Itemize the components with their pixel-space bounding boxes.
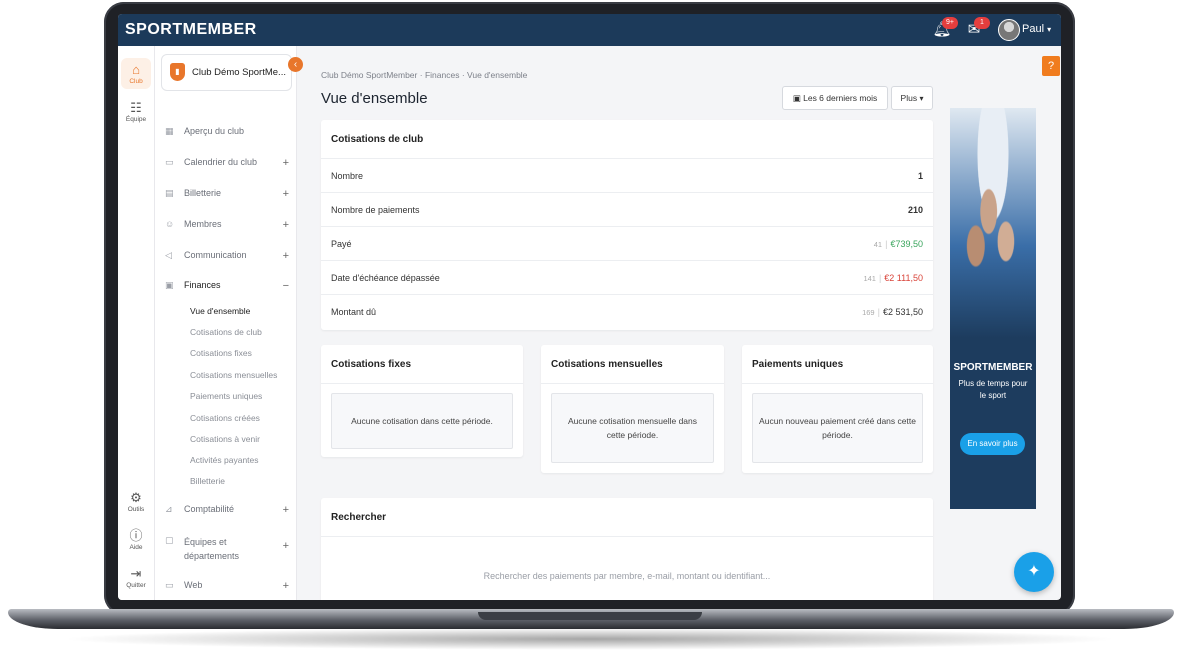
table-row: Nombre 1 — [321, 158, 933, 193]
sidebar: ▮ Club Démo SportMe... ‹ ▦ Aperçu du club… — [155, 46, 303, 600]
fixed-fees-card: Cotisations fixes Aucune cotisation dans… — [321, 345, 523, 457]
help-circle-icon: ⓘ — [129, 528, 143, 543]
page-title: Vue d'ensemble — [321, 90, 428, 107]
avatar[interactable] — [998, 19, 1020, 41]
breadcrumb-item[interactable]: Finances — [425, 70, 460, 80]
sparkle-icon[interactable]: ✦ — [1014, 552, 1054, 592]
breadcrumb-item[interactable]: Club Démo SportMember — [321, 70, 417, 80]
expand-icon[interactable]: + — [283, 504, 289, 516]
rail-item-team[interactable]: ☷ Équipe — [121, 100, 151, 123]
club-name: Club Démo SportMe... — [192, 67, 286, 78]
app-screen: SPORTMEMBER 🔔︎ 9+ ✉︎ 1 Paul ▾ ⌂ Club ☷ É… — [118, 14, 1061, 600]
rail-item-club[interactable]: ⌂ Club — [121, 58, 151, 89]
sidebar-subitem[interactable]: Vue d'ensemble — [190, 306, 250, 316]
sidebar-item-web[interactable]: ▭ Web + — [165, 580, 289, 592]
ad-banner[interactable]: SPORTMEMBER Plus de temps pour le sport … — [950, 108, 1036, 509]
club-fees-card: Cotisations de club Nombre 1 Nombre de p… — [321, 120, 933, 330]
message-badge: 1 — [974, 17, 990, 29]
empty-state: Aucune cotisation mensuelle dans cette p… — [551, 393, 714, 463]
table-row: Montant dû 169 | €2 531,50 — [321, 294, 933, 329]
calendar-icon: ▭ — [165, 157, 174, 167]
bell-icon[interactable]: 🔔︎ 9+ — [932, 17, 958, 40]
card-title: Rechercher — [331, 512, 387, 523]
team-icon: ☷ — [130, 100, 142, 115]
user-name: Paul — [1022, 23, 1045, 35]
search-card: Rechercher Rechercher des paiements par … — [321, 498, 933, 600]
chart-icon: ⊿ — [165, 504, 173, 514]
breadcrumb: Club Démo SportMember · Finances · Vue d… — [321, 70, 528, 80]
rail-item-help[interactable]: ⓘ Aide — [121, 528, 151, 551]
help-button[interactable]: ? — [1042, 56, 1060, 76]
club-selector[interactable]: ▮ Club Démo SportMe... — [161, 54, 292, 91]
collapse-sidebar-button[interactable]: ‹ — [288, 57, 303, 72]
table-row: Date d'échéance dépassée 141 | €2 111,50 — [321, 260, 933, 295]
sidebar-item-communication[interactable]: ◁ Communication + — [165, 250, 289, 262]
wallet-icon: ▣ — [165, 280, 174, 290]
club-icon: ⌂ — [132, 62, 140, 77]
ad-photo — [950, 108, 1036, 338]
mail-icon[interactable]: ✉︎ 1 — [964, 17, 990, 40]
monitor-icon: ▭ — [165, 580, 174, 590]
logout-icon: ⇥ — [130, 566, 142, 581]
ad-tagline: Plus de temps pour le sport — [958, 379, 1028, 400]
top-bar: SPORTMEMBER 🔔︎ 9+ ✉︎ 1 Paul ▾ — [118, 14, 1061, 46]
sidebar-item-ticketing[interactable]: ▤ Billetterie + — [165, 188, 289, 200]
megaphone-icon: ◁ — [165, 250, 172, 260]
sidebar-subitem[interactable]: Billetterie — [190, 476, 225, 486]
sidebar-item-teams[interactable]: ▢ Équipes et départements + — [165, 535, 289, 563]
rail-item-tools[interactable]: ⚙ Outils — [121, 490, 151, 513]
chevron-down-icon: ▾ — [919, 94, 924, 103]
expand-icon[interactable]: + — [283, 580, 289, 592]
monthly-fees-card: Cotisations mensuelles Aucune cotisation… — [541, 345, 724, 473]
expand-icon[interactable]: + — [283, 219, 289, 231]
brand-logo[interactable]: SPORTMEMBER — [125, 21, 257, 39]
expand-icon[interactable]: + — [283, 250, 289, 262]
sidebar-item-finances[interactable]: ▣ Finances − — [165, 280, 289, 292]
ad-logo: SPORTMEMBER — [953, 362, 1033, 373]
sidebar-item-members[interactable]: ☺ Membres + — [165, 219, 289, 231]
expand-icon[interactable]: + — [283, 157, 289, 169]
more-button[interactable]: Plus ▾ — [891, 86, 933, 110]
empty-state: Aucune cotisation dans cette période. — [331, 393, 513, 449]
sidebar-subitem[interactable]: Cotisations créées — [190, 413, 260, 423]
search-input[interactable]: Rechercher des paiements par membre, e-m… — [321, 571, 933, 581]
collapse-icon[interactable]: − — [283, 280, 289, 292]
sidebar-item-accounting[interactable]: ⊿ Comptabilité + — [165, 504, 289, 516]
learn-more-button[interactable]: En savoir plus — [960, 433, 1025, 455]
sidebar-subitem[interactable]: Cotisations mensuelles — [190, 370, 277, 380]
period-button[interactable]: ▣ Les 6 derniers mois — [782, 86, 888, 110]
table-row: Payé 41 | €739,50 — [321, 226, 933, 261]
laptop-shadow — [60, 628, 1120, 650]
user-menu[interactable]: Paul ▾ — [1022, 23, 1051, 35]
sidebar-subitem[interactable]: Cotisations de club — [190, 327, 262, 337]
icon-rail: ⌂ Club ☷ Équipe ⚙ Outils ⓘ Aide ⇥ Quitte… — [118, 46, 155, 600]
table-row: Nombre de paiements 210 — [321, 192, 933, 227]
sidebar-subitem[interactable]: Activités payantes — [190, 455, 259, 465]
expand-icon[interactable]: + — [283, 540, 289, 552]
laptop-notch — [478, 612, 702, 620]
teams-icon: ▢ — [165, 535, 174, 545]
empty-state: Aucun nouveau paiement créé dans cette p… — [752, 393, 923, 463]
sidebar-item-overview[interactable]: ▦ Aperçu du club — [165, 126, 289, 137]
rail-item-logout[interactable]: ⇥ Quitter — [121, 566, 151, 589]
gear-icon: ⚙ — [130, 490, 142, 505]
sidebar-subitem[interactable]: Cotisations fixes — [190, 348, 252, 358]
ticket-icon: ▤ — [165, 188, 174, 198]
card-title: Cotisations mensuelles — [551, 359, 663, 370]
card-title: Paiements uniques — [752, 359, 844, 370]
sidebar-subitem[interactable]: Paiements uniques — [190, 391, 262, 401]
breadcrumb-item: Vue d'ensemble — [467, 70, 528, 80]
calendar-icon: ▣ — [792, 93, 801, 103]
expand-icon[interactable]: + — [283, 188, 289, 200]
chevron-down-icon: ▾ — [1047, 25, 1052, 34]
sidebar-item-calendar[interactable]: ▭ Calendrier du club + — [165, 157, 289, 169]
grid-icon: ▦ — [165, 126, 174, 136]
members-icon: ☺ — [165, 219, 175, 229]
notification-badge: 9+ — [942, 17, 958, 29]
shield-icon: ▮ — [170, 63, 185, 81]
card-title: Cotisations de club — [331, 134, 424, 145]
one-time-payments-card: Paiements uniques Aucun nouveau paiement… — [742, 345, 933, 473]
sidebar-subitem[interactable]: Cotisations à venir — [190, 434, 260, 444]
card-title: Cotisations fixes — [331, 359, 412, 370]
